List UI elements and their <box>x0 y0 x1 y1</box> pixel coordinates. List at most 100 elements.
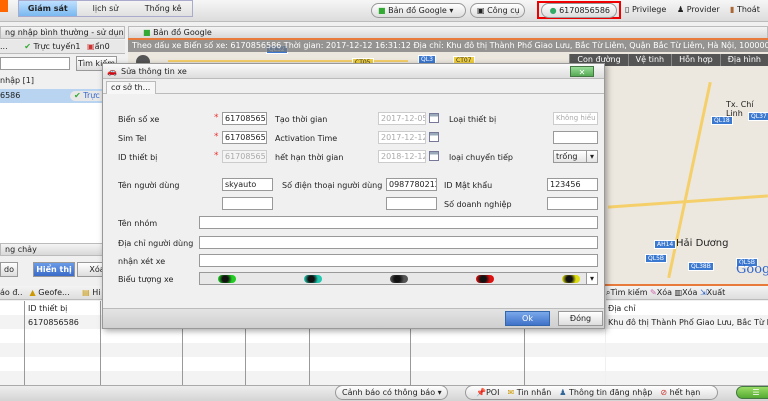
tab-all[interactable]: ... <box>0 42 8 51</box>
provider-label: Provider <box>686 5 720 14</box>
device-type-input[interactable]: Không hiểu <box>553 112 598 125</box>
left-panel-header: ng nhập bình thường - sử dụng p <box>0 26 125 39</box>
expired-label: hết hạn <box>669 388 701 397</box>
vehicle-icon-label: Biểu tượng xe <box>118 275 174 284</box>
phone-extra-input[interactable] <box>386 197 437 210</box>
login-info-button[interactable]: ♟ Thông tin đăng nhập <box>559 386 652 399</box>
dialog-title-bar[interactable]: 🚗 Sửa thông tin xe <box>103 64 604 79</box>
car-color-option-icon[interactable] <box>304 275 322 283</box>
expire-input[interactable]: 2018-12-12 <box>378 150 426 163</box>
clear-tool[interactable]: ▥Xóa <box>675 288 698 297</box>
car-color-option-icon[interactable] <box>390 275 408 283</box>
provider-link[interactable]: ♟ Provider <box>677 5 720 14</box>
poi-button[interactable]: 📌POI <box>476 386 499 399</box>
list-icon: ☰ <box>752 388 760 397</box>
tab-statistics[interactable]: Thống kê <box>134 1 192 16</box>
road-label: QL5B <box>645 254 667 263</box>
vehicle-search-input[interactable] <box>0 57 70 70</box>
erase-tool-label: Xóa <box>656 288 673 297</box>
map-select-value: Bản đồ Google <box>388 6 447 15</box>
tab-hidden[interactable]: ▣ẩn0 <box>87 42 110 51</box>
map-type-terrain[interactable]: Địa hình <box>719 54 768 66</box>
activation-input[interactable]: 2017-12-12 <box>378 131 426 144</box>
tools-icon: ▣ <box>477 6 485 15</box>
google-map-icon: ■ <box>378 6 386 15</box>
close-icon[interactable]: ✕ <box>570 66 594 77</box>
column-header-address[interactable]: Địa chỉ <box>608 304 636 313</box>
user-address-input[interactable] <box>199 236 598 249</box>
group-name-input[interactable] <box>199 216 598 229</box>
business-number-label: Số doanh nghiệp <box>444 200 512 209</box>
edit-vehicle-dialog: 🚗 Sửa thông tin xe ✕ cơ sở th... Biển số … <box>102 63 605 329</box>
car-color-option-icon[interactable] <box>562 275 580 283</box>
vehicle-note-input[interactable] <box>199 254 598 267</box>
extra-input[interactable] <box>553 131 598 144</box>
search-tool-label: Tìm kiếm <box>610 288 648 297</box>
tab-basic-info[interactable]: cơ sở th... <box>106 81 156 94</box>
partial-button[interactable]: do <box>0 262 18 277</box>
book-icon: ▯ <box>625 5 630 14</box>
user-button[interactable]: ● 6170856586 <box>541 3 617 18</box>
username-input[interactable]: skyauto <box>222 178 273 191</box>
created-input[interactable]: 2017-12-05 <box>378 112 426 125</box>
hidden-icon: ▣ <box>87 42 95 51</box>
forward-type-select[interactable]: trống ▾ <box>553 150 598 163</box>
password-id-input[interactable]: 123456 <box>547 178 598 191</box>
device-id-cell: 6170856586 <box>28 318 79 327</box>
person-icon: ♟ <box>677 5 685 14</box>
export-tool[interactable]: ⇲Xuất <box>700 288 725 297</box>
logout-link[interactable]: ▮ Thoát <box>730 5 760 14</box>
alert-filter-select[interactable]: Cảnh báo có thông báo ▾ <box>335 385 448 400</box>
privilege-link[interactable]: ▯ Privilege <box>625 5 666 14</box>
column-header-device-id[interactable]: ID thiết bị <box>28 304 67 313</box>
privilege-label: Privilege <box>631 5 667 14</box>
status-actions: 📌POI ✉ Tin nhắn ♟ Thông tin đăng nhập ⊘ … <box>465 385 718 400</box>
device-id-input[interactable]: 617085658 <box>222 150 267 163</box>
tab-hidden-label: ẩn0 <box>94 42 110 51</box>
place-label: Tx. Chí Linh <box>726 100 754 118</box>
plate-input[interactable]: 617085658 <box>222 112 267 125</box>
map-type-hybrid[interactable]: Hỗn hợp <box>671 54 720 66</box>
business-number-input[interactable] <box>547 197 598 210</box>
phone-input[interactable]: 0987780212 <box>386 178 437 191</box>
address-cell: Khu đô thị Thành Phố Giao Lưu, Bắc Từ Li… <box>608 318 768 327</box>
tab-history[interactable]: lịch sử <box>77 1 135 16</box>
tab-geofence[interactable]: ▲ Geofe... <box>30 286 80 300</box>
menu-button[interactable]: ☰ <box>736 386 768 399</box>
tab-alert[interactable]: áo đ.. <box>0 286 27 300</box>
car-icon: 🚗 <box>107 67 117 76</box>
search-tool[interactable]: ⌕Tìm kiếm <box>606 288 648 297</box>
alert-filter-value: Cảnh báo có thông báo <box>342 388 436 397</box>
expired-button[interactable]: ⊘ hết hạn <box>660 386 700 399</box>
geofence-icon: ▲ <box>29 288 36 297</box>
user-icon: ● <box>549 6 557 15</box>
tools-button[interactable]: ▣ Công cụ <box>470 3 525 18</box>
car-color-option-icon[interactable] <box>218 275 236 283</box>
tab-online[interactable]: ✔ Trực tuyến1 <box>24 42 80 51</box>
status-label: Trực <box>83 91 100 100</box>
group-node[interactable]: nhập [1] <box>0 76 34 86</box>
sim-label: Sim Tel <box>118 134 147 143</box>
plate-label: Biển số xe <box>118 115 160 124</box>
ok-button[interactable]: Ok <box>505 311 550 326</box>
car-color-option-icon[interactable] <box>476 275 494 283</box>
map-select[interactable]: ■ Bản đồ Google ▾ <box>371 3 466 18</box>
tab-monitor[interactable]: Giám sát <box>19 1 77 16</box>
device-type-label: Loại thiết bị <box>449 115 497 124</box>
erase-tool[interactable]: ✎Xóa <box>650 288 672 297</box>
calendar-icon[interactable] <box>429 151 439 161</box>
sim-input[interactable]: 617085658 <box>222 131 267 144</box>
chevron-down-icon: ▾ <box>437 388 442 397</box>
close-button[interactable]: Đóng <box>558 311 603 326</box>
map-type-satellite[interactable]: Vệ tinh <box>627 54 672 66</box>
login-info-label: Thông tin đăng nhập <box>569 388 653 397</box>
calendar-icon[interactable] <box>429 132 439 142</box>
tab-history[interactable]: ▤ Hi <box>82 288 100 297</box>
user-info-icon: ♟ <box>559 388 567 397</box>
calendar-icon[interactable] <box>429 113 439 123</box>
required-marker: * <box>214 132 219 142</box>
vehicle-icon-select[interactable]: ▾ <box>199 272 598 285</box>
show-button[interactable]: Hiển thị <box>33 262 75 277</box>
username-extra-input[interactable] <box>222 197 273 210</box>
messages-button[interactable]: ✉ Tin nhắn <box>507 386 551 399</box>
